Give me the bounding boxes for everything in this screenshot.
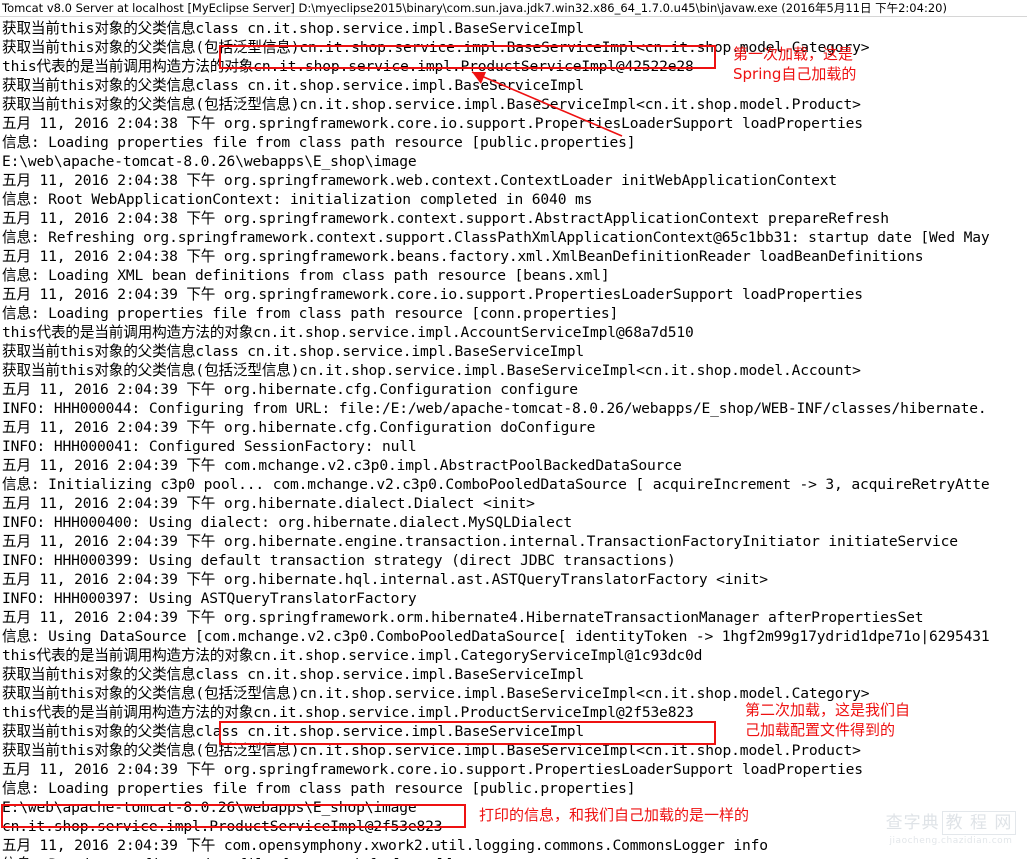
console-line: 信息: Loading XML bean definitions from cl… [2,267,610,284]
console-line: 信息: Parsing configuration file [struts-d… [2,855,454,859]
console-line: 获取当前this对象的父类信息class cn.it.shop.service.… [2,666,585,683]
console-line: 信息: Loading properties file from class p… [2,305,619,322]
console-line: 获取当前this对象的父类信息(包括泛型信息)cn.it.shop.servic… [2,96,861,113]
console-line: 五月 11, 2016 2:04:38 下午 org.springframewo… [2,172,838,189]
console-line: cn.it.shop.service.impl.ProductServiceIm… [2,818,443,835]
console-line: 获取当前this对象的父类信息(包括泛型信息)cn.it.shop.servic… [2,362,861,379]
console-line: 信息: Initializing c3p0 pool... com.mchang… [2,476,990,493]
console-line: this代表的是当前调用构造方法的对象cn.it.shop.service.im… [2,324,694,341]
console-line: 信息: Using DataSource [com.mchange.v2.c3p… [2,628,990,645]
console-line: 获取当前this对象的父类信息(包括泛型信息)cn.it.shop.servic… [2,742,861,759]
window-title-bar: Tomcat v8.0 Server at localhost [MyEclip… [0,0,1027,17]
console-line: E:\web\apache-tomcat-8.0.26\webapps\E_sh… [2,153,417,170]
console-line: 获取当前this对象的父类信息class cn.it.shop.service.… [2,20,585,37]
console-line: 五月 11, 2016 2:04:39 下午 org.springframewo… [2,609,924,626]
console-line: 五月 11, 2016 2:04:39 下午 org.springframewo… [2,286,863,303]
window-title: Tomcat v8.0 Server at localhost [MyEclip… [2,1,947,15]
console-line: this代表的是当前调用构造方法的对象cn.it.shop.service.im… [2,647,703,664]
console-line: 获取当前this对象的父类信息(包括泛型信息)cn.it.shop.servic… [2,39,870,56]
console-line: 五月 11, 2016 2:04:38 下午 org.springframewo… [2,210,889,227]
console-line: 五月 11, 2016 2:04:38 下午 org.springframewo… [2,115,863,132]
console-line: 五月 11, 2016 2:04:39 下午 org.hibernate.cfg… [2,419,596,436]
console-line: INFO: HHH000397: Using ASTQueryTranslato… [2,590,417,607]
console-line: 获取当前this对象的父类信息class cn.it.shop.service.… [2,77,585,94]
console-line: 获取当前this对象的父类信息(包括泛型信息)cn.it.shop.servic… [2,685,870,702]
console-line: 五月 11, 2016 2:04:39 下午 org.hibernate.hql… [2,571,768,588]
console-line: 获取当前this对象的父类信息class cn.it.shop.service.… [2,723,585,740]
console-line: 获取当前this对象的父类信息class cn.it.shop.service.… [2,343,585,360]
console-line: INFO: HHH000400: Using dialect: org.hibe… [2,514,572,531]
console-output[interactable]: 获取当前this对象的父类信息class cn.it.shop.service.… [0,17,1027,859]
console-line: INFO: HHH000399: Using default transacti… [2,552,676,569]
console-line: E:\web\apache-tomcat-8.0.26\webapps\E_sh… [2,799,417,816]
console-line: 五月 11, 2016 2:04:39 下午 com.mchange.v2.c3… [2,457,682,474]
console-line: 信息: Refreshing org.springframework.conte… [2,229,990,246]
console-line: this代表的是当前调用构造方法的对象cn.it.shop.service.im… [2,704,694,721]
console-line: 信息: Loading properties file from class p… [2,780,636,797]
console-line: 五月 11, 2016 2:04:39 下午 org.hibernate.cfg… [2,381,578,398]
console-line: 五月 11, 2016 2:04:39 下午 com.opensymphony.… [2,837,768,854]
console-line: 五月 11, 2016 2:04:39 下午 org.hibernate.dia… [2,495,535,512]
console-line: this代表的是当前调用构造方法的对象cn.it.shop.service.im… [2,58,694,75]
console-line: 五月 11, 2016 2:04:38 下午 org.springframewo… [2,248,924,265]
console-line: INFO: HHH000044: Configuring from URL: f… [2,400,987,417]
console-line: 信息: Root WebApplicationContext: initiali… [2,191,593,208]
console-line: INFO: HHH000041: Configured SessionFacto… [2,438,417,455]
console-line: 五月 11, 2016 2:04:39 下午 org.springframewo… [2,761,863,778]
console-window: Tomcat v8.0 Server at localhost [MyEclip… [0,0,1027,859]
console-line: 五月 11, 2016 2:04:39 下午 org.hibernate.eng… [2,533,958,550]
console-line: 信息: Loading properties file from class p… [2,134,636,151]
